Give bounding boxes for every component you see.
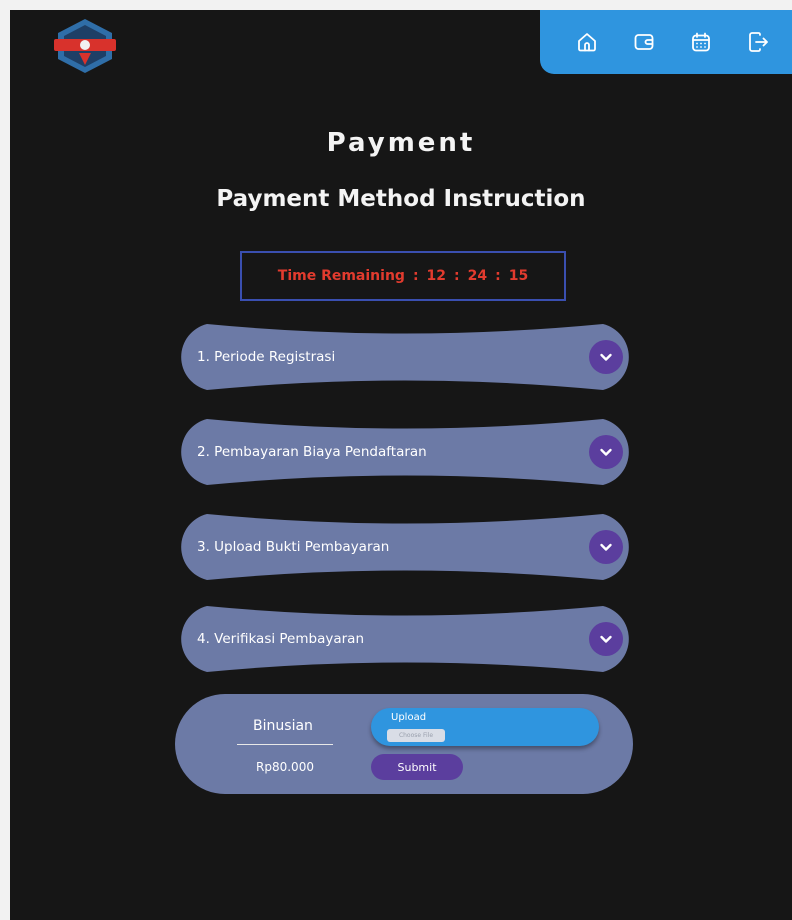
page-title: Payment xyxy=(326,128,476,158)
payment-card: Binusian Rp80.000 Upload Choose File Sub… xyxy=(175,694,633,794)
hackathon-logo[interactable] xyxy=(50,15,120,77)
logout-icon[interactable] xyxy=(741,25,775,59)
upload-dropzone[interactable]: Upload Choose File xyxy=(371,708,599,746)
upload-label: Upload xyxy=(391,712,427,723)
section-title: Payment Method Instruction xyxy=(216,186,586,212)
calendar-icon[interactable] xyxy=(684,25,718,59)
divider xyxy=(237,744,333,745)
accordion-step-4[interactable]: 4. Verifikasi Pembayaran xyxy=(173,605,637,673)
timer-seconds: 15 xyxy=(508,268,529,284)
plan-price: Rp80.000 xyxy=(256,760,314,774)
timer-minutes: 24 xyxy=(467,268,488,284)
accordion-step-3[interactable]: 3. Upload Bukti Pembayaran xyxy=(173,513,637,581)
chevron-down-icon[interactable] xyxy=(589,435,623,469)
timer-label: Time Remaining xyxy=(277,268,405,284)
app-frame: Payment Payment Method Instruction Time … xyxy=(10,10,792,920)
home-icon[interactable] xyxy=(570,25,604,59)
timer-separator: : xyxy=(454,268,460,284)
timer-separator: : xyxy=(412,268,419,284)
countdown-timer: Time Remaining : 12 : 24 : 15 xyxy=(240,251,566,301)
choose-file-button[interactable]: Choose File xyxy=(387,729,445,742)
timer-separator: : xyxy=(495,268,501,284)
accordion-step-label: 3. Upload Bukti Pembayaran xyxy=(197,539,390,555)
accordion-step-2[interactable]: 2. Pembayaran Biaya Pendaftaran xyxy=(173,418,637,486)
submit-button[interactable]: Submit xyxy=(371,754,463,780)
accordion-step-1[interactable]: 1. Periode Registrasi xyxy=(173,323,637,391)
plan-name: Binusian xyxy=(253,718,313,734)
accordion-step-label: 2. Pembayaran Biaya Pendaftaran xyxy=(197,444,427,460)
wallet-icon[interactable] xyxy=(627,25,661,59)
chevron-down-icon[interactable] xyxy=(589,530,623,564)
accordion-step-label: 1. Periode Registrasi xyxy=(197,349,336,365)
timer-hours: 12 xyxy=(426,268,447,284)
accordion-step-label: 4. Verifikasi Pembayaran xyxy=(197,631,364,647)
top-navbar xyxy=(540,10,792,74)
chevron-down-icon[interactable] xyxy=(589,340,623,374)
chevron-down-icon[interactable] xyxy=(589,622,623,656)
